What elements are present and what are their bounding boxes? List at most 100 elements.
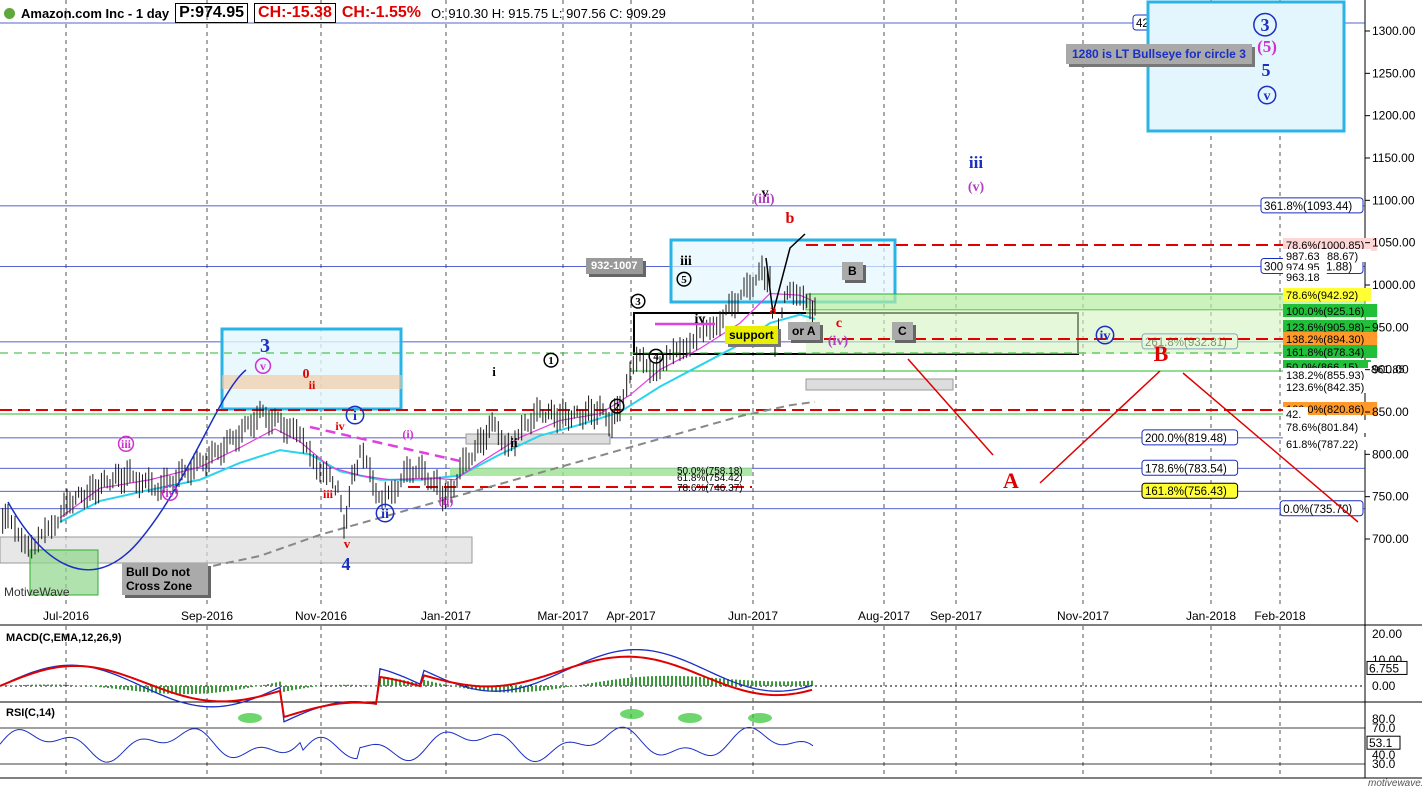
x-tick-label: Aug-2017 (858, 609, 910, 623)
price-label: 100.0%(925.16) (1286, 306, 1364, 318)
small-fib-label: 78.6%(746.37) (677, 483, 743, 494)
rsi-overbought-fill (748, 713, 772, 723)
x-tick-label: Jun-2017 (728, 609, 778, 623)
price-label: 963.18 (1286, 272, 1320, 284)
wave-label: (i) (402, 427, 413, 441)
wave-label: v (260, 359, 266, 373)
rsi-overbought-fill (678, 713, 702, 723)
y-tick-label: 700.00 (1372, 532, 1409, 546)
price-label: 78.6%(942.92) (1286, 290, 1358, 302)
price-label: 61.8%(787.22) (1286, 439, 1358, 451)
change-readout: CH:-15.38 (254, 3, 336, 23)
grey-zone (465, 433, 611, 445)
wave-label: 4 (653, 351, 659, 363)
price-label: 42. (1286, 409, 1301, 421)
change-pct-readout: CH:-1.55% (341, 4, 421, 21)
price-readout: P:974.95 (175, 3, 249, 23)
macd-tick: 0.00 (1372, 679, 1396, 693)
x-tick-label: Mar-2017 (537, 609, 589, 623)
y-tick-label: 1200.00 (1372, 109, 1416, 123)
x-tick-label: Apr-2017 (606, 609, 656, 623)
y-tick-label: 1050.00 (1372, 236, 1416, 250)
wave-label: iv (695, 312, 706, 327)
y-tick-label: 900.00 (1372, 363, 1409, 377)
fib-label: 0.0%(735.70) (1279, 500, 1364, 517)
y-tick-label: 1250.00 (1372, 66, 1416, 80)
status-dot-icon (4, 7, 15, 19)
wave-label: (5) (1257, 37, 1277, 56)
wave-label: (iv) (828, 334, 849, 349)
footer-brand: motivewave.com (1368, 778, 1422, 789)
rsi-overbought-fill (620, 709, 644, 719)
watermark: MotiveWave (4, 585, 70, 599)
chart-canvas[interactable]: 423.6%(1309.41)361.8%(1093.44)300.0%(102… (0, 0, 1422, 789)
x-tick-label: Nov-2017 (1057, 609, 1109, 623)
wave-label: iv (335, 419, 344, 433)
fib-label-text: 0.0%(735.70) (1283, 504, 1352, 516)
wave-label: 3 (260, 335, 270, 357)
fib-label: 361.8%(1093.44) (1260, 197, 1364, 214)
wave-label: v (1264, 89, 1271, 104)
ohlc-readout: O: 910.30 H: 915.75 L: 907.56 C: 909.29 (430, 5, 666, 21)
rsi-title: RSI(C,14) (6, 707, 55, 719)
wave-label: iii (969, 153, 983, 172)
rsi-value: 53.1 (1369, 736, 1393, 750)
wave-label: i (353, 409, 357, 424)
b-box-note: B (842, 262, 863, 280)
signal-line (0, 655, 813, 719)
fib-label: 178.6%(783.54) (1141, 459, 1239, 476)
y-tick-label: 950.00 (1372, 320, 1409, 334)
wave-label: ii (309, 378, 316, 392)
or-a-note: or A (788, 322, 820, 340)
wave-label: 3 (635, 296, 641, 308)
chart-title: Amazon.com Inc - 1 day (21, 5, 170, 21)
x-tick-label: Sep-2017 (930, 609, 982, 623)
rsi-overbought-fill (238, 713, 262, 723)
macd-tick: 20.00 (1372, 627, 1402, 641)
wave-label: iii (680, 254, 692, 269)
wave3-box (220, 327, 403, 411)
wave-label: i (492, 364, 496, 379)
green-zone (805, 293, 1366, 311)
y-tick-label: 1100.00 (1372, 193, 1415, 207)
y-tick-label: 1300.00 (1372, 24, 1416, 38)
green-zone (806, 310, 1365, 354)
fib-label: 200.0%(819.48) (1141, 429, 1239, 446)
y-tick-label: 1000.00 (1372, 278, 1416, 292)
wave-label: 5 (1262, 60, 1271, 80)
bullseye-note: 1280 is LT Bullseye for circle 3 (1066, 44, 1252, 64)
price-label: 138.2%(894.30) (1286, 334, 1364, 346)
wave-label: iii (121, 437, 132, 451)
wave-label: c (836, 316, 842, 331)
fib-label: 161.8%(756.43) (1141, 482, 1239, 499)
wave-label: 1 (548, 355, 554, 367)
rsi-panel: 80.070.040.030.053.1 (0, 709, 1401, 771)
wave-label: (iii) (754, 192, 775, 207)
x-tick-label: Sep-2016 (181, 609, 233, 623)
wave-label: iv (1100, 329, 1111, 344)
bull-zone-note: Bull Do not Cross Zone (122, 563, 208, 595)
wave-label: B (1154, 341, 1169, 366)
price-label: 78.6%(801.84) (1286, 422, 1358, 434)
y-tick-label: 800.00 (1372, 447, 1409, 461)
rsi-tick: 70.0 (1372, 721, 1396, 735)
c-box-note: C (892, 322, 913, 340)
range-note: 932-1007 (586, 258, 643, 274)
wave-label: iii (323, 487, 334, 501)
wave-label: ii (510, 435, 518, 450)
wave-label: A (1003, 468, 1019, 493)
fib-label-text: 200.0%(819.48) (1145, 433, 1227, 445)
wave-label: 2 (614, 401, 620, 413)
y-tick-label: 850.00 (1372, 405, 1409, 419)
wave-label: 5 (681, 274, 687, 286)
wave-label: ii (381, 507, 389, 522)
wave-label: (ii) (439, 494, 454, 508)
x-tick-label: Nov-2016 (295, 609, 347, 623)
macd-panel: 20.0010.000.006.755 (0, 627, 1408, 723)
wave-label: (v) (968, 180, 985, 195)
y-tick-label: 1150.00 (1372, 151, 1415, 165)
rsi-tick: 30.0 (1372, 757, 1396, 771)
wave-label: 4 (342, 554, 351, 574)
fib-label-text: 361.8%(1093.44) (1264, 201, 1352, 213)
x-tick-label: Jul-2016 (43, 609, 89, 623)
